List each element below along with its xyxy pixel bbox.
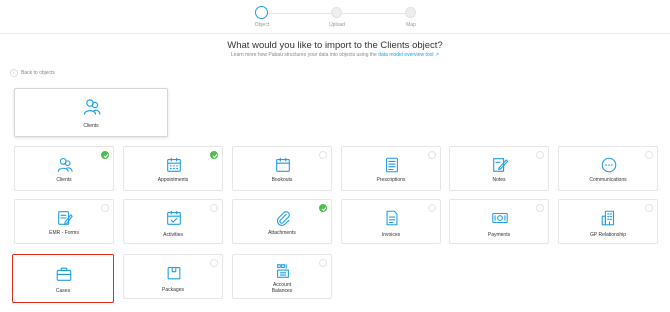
- object-tile-label: Attachments: [268, 230, 296, 236]
- object-tile-label: Communications: [589, 177, 627, 183]
- invoice-icon: [386, 210, 398, 226]
- object-tile-label: Prescriptions: [376, 177, 406, 183]
- object-tile-emr-forms[interactable]: EMR - Forms: [14, 199, 114, 244]
- prescription-icon: [386, 157, 398, 173]
- object-tile-label: Appointments: [157, 177, 189, 183]
- object-tile-clients[interactable]: Clients: [14, 146, 114, 191]
- object-tile-label: Cases: [55, 288, 71, 294]
- step-object-dot[interactable]: [255, 6, 268, 19]
- object-tile-label: Invoices: [381, 232, 401, 238]
- object-tile-label: GP Relationship: [589, 232, 627, 238]
- calendar-blank-icon: [276, 157, 290, 172]
- object-tile-activities[interactable]: Activities: [123, 199, 223, 244]
- building-icon: [601, 210, 615, 226]
- object-tile-notes[interactable]: Notes: [449, 146, 549, 191]
- unchecked-icon: [645, 151, 653, 159]
- subtitle-text: Learn more how Pabau structures your dat…: [230, 52, 377, 58]
- object-tile-label: EMR - Forms: [49, 230, 79, 236]
- import-page: Object Upload Map What would you like to…: [0, 0, 670, 312]
- unchecked-icon: [319, 151, 327, 159]
- import-stepper: Object Upload Map: [0, 4, 670, 34]
- object-tile-attachments[interactable]: Attachments: [232, 199, 332, 244]
- object-tile-invoices[interactable]: Invoices: [341, 199, 441, 244]
- package-icon: [167, 267, 181, 280]
- object-tile-appointments[interactable]: Appointments: [123, 146, 223, 191]
- back-label: Back to objects: [21, 70, 55, 76]
- header-divider: [0, 33, 670, 34]
- object-tile-cases[interactable]: Cases: [12, 254, 114, 303]
- step-upload-dot[interactable]: [331, 7, 342, 18]
- object-tile-label: Payments: [487, 232, 511, 238]
- object-tile-label: Activities: [163, 232, 183, 238]
- object-tile-account-balances[interactable]: Account Balances: [232, 254, 332, 299]
- step-object-label: Object: [254, 22, 270, 28]
- stepper-line: [340, 13, 406, 14]
- step-map-dot[interactable]: [405, 7, 416, 18]
- object-tile-label: Notes: [492, 177, 506, 183]
- chevron-left-icon: ‹: [10, 69, 18, 77]
- notes-icon: [493, 158, 509, 172]
- clients-icon: [83, 99, 101, 115]
- back-to-objects-link[interactable]: ‹ Back to objects: [10, 69, 55, 77]
- object-tile-bookouts[interactable]: Bookouts: [232, 146, 332, 191]
- unchecked-icon: [101, 204, 109, 212]
- checked-icon: [210, 151, 218, 159]
- selected-object-label: Clients: [83, 123, 99, 129]
- object-tile-label: Clients: [56, 177, 72, 183]
- activities-icon: [167, 210, 181, 225]
- unchecked-icon: [319, 259, 327, 267]
- paperclip-icon: [276, 211, 290, 226]
- unchecked-icon: [210, 259, 218, 267]
- unchecked-icon: [645, 204, 653, 212]
- page-title: What would you like to import to the Cli…: [227, 40, 443, 51]
- chat-icon: [601, 157, 617, 173]
- object-tile-payments[interactable]: Payments: [449, 199, 549, 244]
- step-map-label: Map: [406, 22, 416, 28]
- object-tile-label: Bookouts: [271, 177, 293, 183]
- selected-object-card: Clients: [14, 88, 168, 137]
- object-tile-prescriptions[interactable]: Prescriptions: [341, 146, 441, 191]
- calendar-icon: [167, 157, 181, 172]
- balance-icon: [277, 264, 289, 278]
- payment-icon: [492, 212, 508, 224]
- data-model-link[interactable]: data model overview tool ↗: [378, 52, 439, 58]
- unchecked-icon: [210, 204, 218, 212]
- account-label: Account Balances: [271, 282, 293, 294]
- checked-icon: [319, 204, 327, 212]
- object-tile-gp-relationship[interactable]: GP Relationship: [558, 199, 658, 244]
- briefcase-icon: [56, 267, 72, 281]
- object-tile-communications[interactable]: Communications: [558, 146, 658, 191]
- unchecked-icon: [428, 151, 436, 159]
- unchecked-icon: [536, 151, 544, 159]
- page-subtitle: Learn more how Pabau structures your dat…: [0, 52, 670, 58]
- stepper-line: [266, 13, 332, 14]
- clients-icon: [57, 157, 73, 172]
- unchecked-icon: [536, 204, 544, 212]
- object-tile-label: Packages: [162, 287, 184, 293]
- form-icon: [58, 211, 73, 225]
- external-link-icon: ↗: [434, 52, 440, 58]
- object-tile-packages[interactable]: Packages: [123, 254, 223, 299]
- checked-icon: [101, 151, 109, 159]
- step-upload-label: Upload: [329, 22, 345, 28]
- unchecked-icon: [428, 204, 436, 212]
- object-tile-label: Account Balances: [233, 282, 331, 294]
